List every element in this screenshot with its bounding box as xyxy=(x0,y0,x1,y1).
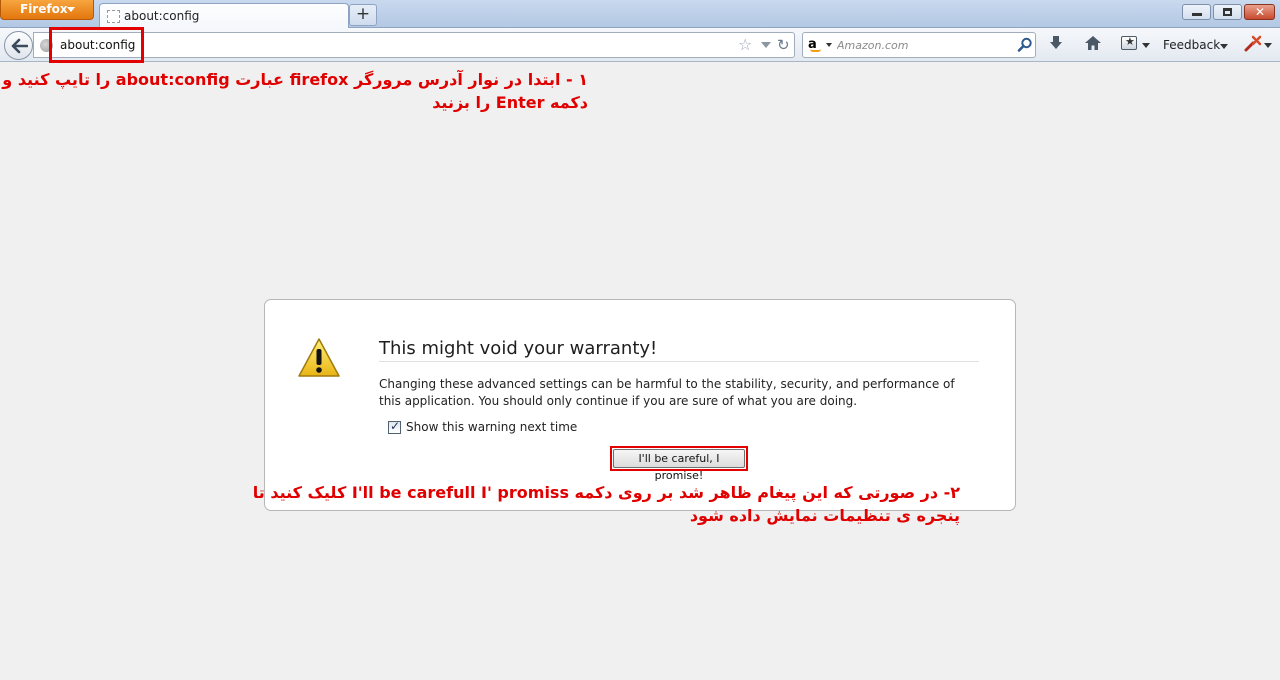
addon-icon[interactable] xyxy=(1244,35,1262,53)
minimize-icon xyxy=(1192,13,1202,16)
search-input[interactable] xyxy=(837,36,1007,54)
ill-be-careful-button[interactable]: I'll be careful, I promise! xyxy=(613,449,745,482)
plus-icon: + xyxy=(355,4,371,24)
firefox-menu-button[interactable]: Firefox xyxy=(0,0,94,20)
close-icon: ✕ xyxy=(1255,5,1266,19)
tab-strip: Firefox about:config + ✕ xyxy=(0,0,1280,29)
dialog-message: Changing these advanced settings can be … xyxy=(379,377,955,408)
close-window-button[interactable]: ✕ xyxy=(1244,4,1275,20)
chevron-down-icon xyxy=(67,7,75,12)
bookmarks-dropdown-icon[interactable] xyxy=(1142,43,1150,48)
annotation-step2-line1: ۲- در صورتی که این پیغام ظاهر شد بر روی … xyxy=(252,483,960,502)
dialog-title: This might void your warranty! xyxy=(379,338,658,359)
ill-be-careful-button-highlight[interactable]: I'll be careful, I promise! xyxy=(610,446,748,482)
restore-button[interactable] xyxy=(1213,4,1242,20)
bookmark-star-icon[interactable]: ☆ xyxy=(738,35,752,54)
checkmark-icon: ✓ xyxy=(390,419,401,433)
navigation-toolbar: about:config ☆ ↻ a ★ Feedback xyxy=(0,28,1280,62)
tab-about-config[interactable]: about:config xyxy=(99,3,349,29)
url-highlight-box xyxy=(49,27,144,63)
divider xyxy=(379,361,979,362)
show-warning-checkbox[interactable]: ✓ xyxy=(388,419,401,434)
engine-dropdown-icon[interactable] xyxy=(826,43,832,47)
warning-icon xyxy=(298,338,340,377)
restore-icon xyxy=(1223,8,1232,16)
feedback-dropdown-icon[interactable] xyxy=(1220,44,1228,49)
firefox-menu-label: Firefox xyxy=(20,2,68,16)
search-bar: a xyxy=(802,32,1036,58)
tab-title: about:config xyxy=(124,9,200,23)
show-warning-label[interactable]: Show this warning next time xyxy=(406,420,577,434)
warranty-warning-dialog: This might void your warranty! Changing … xyxy=(264,299,1016,511)
reload-icon[interactable]: ↻ xyxy=(777,36,790,54)
addon-dropdown-icon[interactable] xyxy=(1264,43,1272,48)
annotation-step1-line1: ۱ - ابتدا در نوار آدرس مرورگر firefox عب… xyxy=(2,70,588,89)
minimize-button[interactable] xyxy=(1182,4,1211,20)
back-arrow-icon xyxy=(11,38,28,54)
annotation-step1-line2: دکمه Enter را بزنید xyxy=(432,93,588,112)
url-bar[interactable]: about:config ☆ ↻ xyxy=(33,32,795,58)
amazon-engine-icon[interactable]: a xyxy=(808,37,824,53)
page-icon xyxy=(107,10,120,23)
annotation-step2-line2: پنجره ی تنظیمات نمایش داده شود xyxy=(689,506,960,525)
search-icon[interactable] xyxy=(1017,37,1033,53)
feedback-button[interactable]: Feedback xyxy=(1163,38,1220,52)
back-button[interactable] xyxy=(4,31,33,60)
new-tab-button[interactable]: + xyxy=(349,4,377,26)
bookmarks-menu-icon[interactable]: ★ xyxy=(1121,35,1137,50)
download-icon[interactable] xyxy=(1048,35,1064,51)
home-icon[interactable] xyxy=(1084,35,1102,51)
url-history-dropdown-icon[interactable] xyxy=(761,42,771,48)
